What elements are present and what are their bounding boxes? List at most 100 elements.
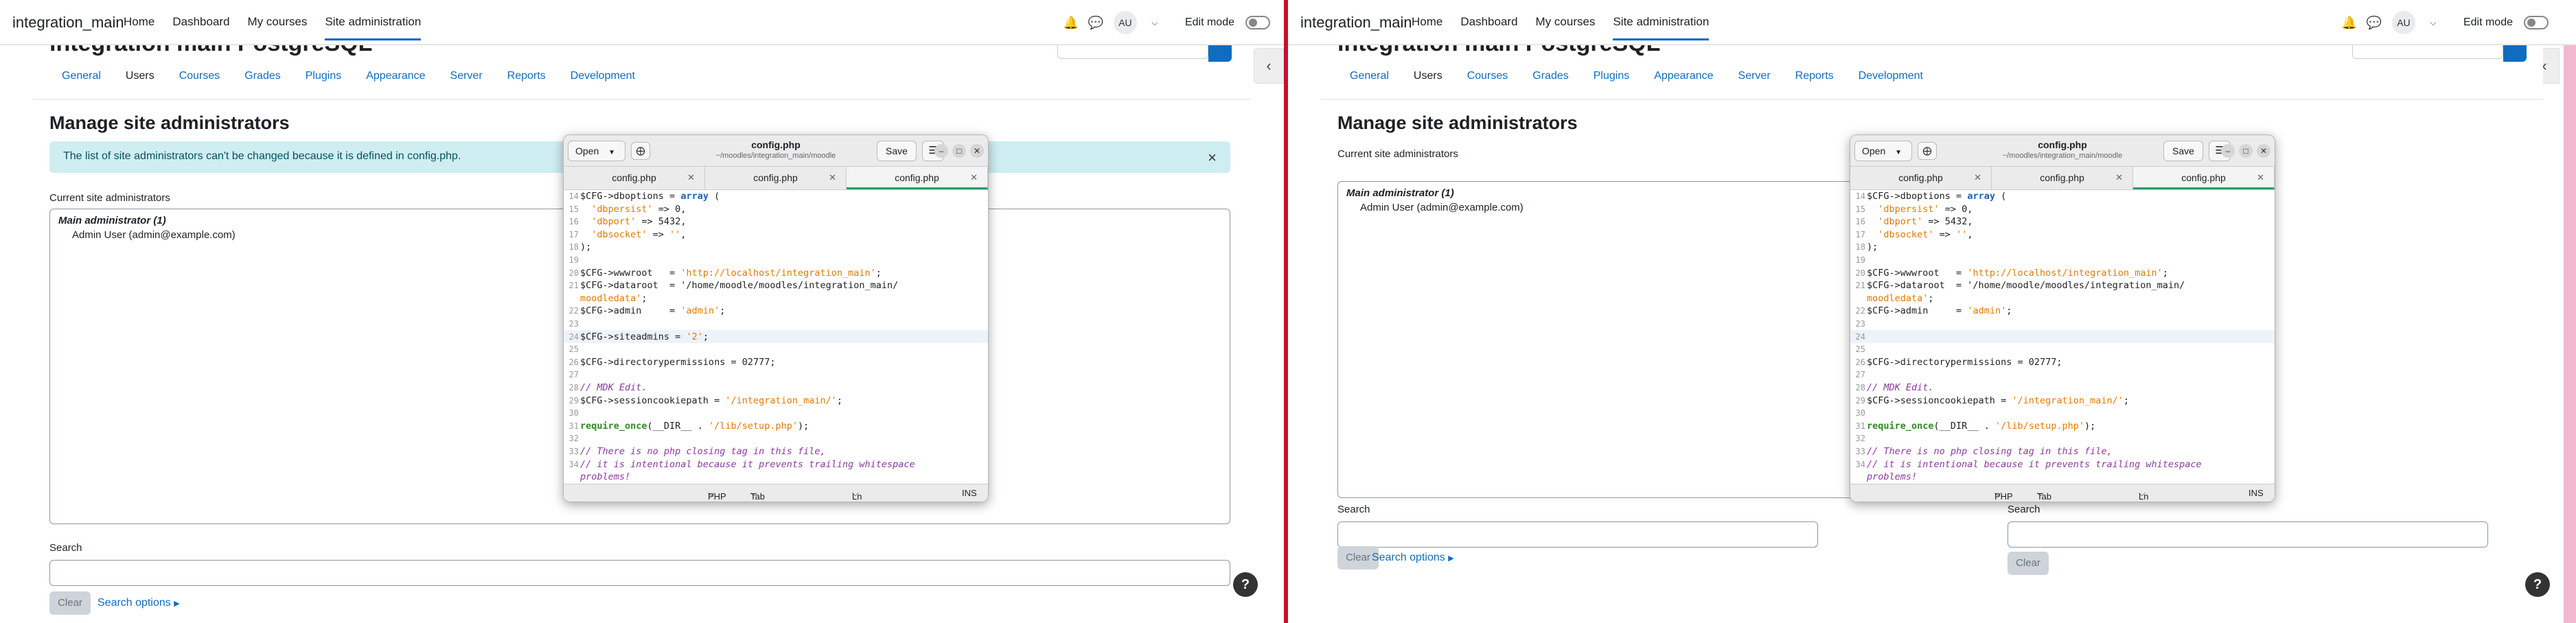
editor-tab-active[interactable]: config.php ✕ <box>2133 167 2275 189</box>
tab-width-selector[interactable]: Tab Width: 8 ⌵ <box>750 488 765 502</box>
avatar[interactable]: AU <box>2391 11 2415 34</box>
editor-tab-label: config.php <box>753 172 798 183</box>
drawer-toggle-button[interactable]: ‹ <box>1254 48 1284 84</box>
maximize-icon[interactable]: □ <box>952 144 966 158</box>
chevron-down-icon[interactable]: ⌵ <box>2426 16 2440 30</box>
close-icon[interactable]: ✕ <box>970 144 984 158</box>
avatar[interactable]: AU <box>1113 11 1137 34</box>
line-number: 28 <box>568 383 579 392</box>
site-brand[interactable]: integration_main <box>1300 14 1412 32</box>
site-brand[interactable]: integration_main <box>12 14 124 32</box>
edit-mode-toggle[interactable] <box>1245 16 1270 30</box>
editor-tab[interactable]: config.php ✕ <box>1850 167 1992 189</box>
nav-home[interactable]: Home <box>124 15 154 40</box>
tab-width-selector[interactable]: Tab Width: 8 ⌵ <box>2037 488 2051 502</box>
code-line: ); <box>580 242 592 253</box>
tab-users[interactable]: Users <box>1401 70 1455 82</box>
editor-tab[interactable]: config.php ✕ <box>705 167 847 189</box>
editor-tabs: config.php ✕ config.php ✕ config.php ✕ <box>1850 167 2275 190</box>
edit-mode-toggle[interactable] <box>2524 16 2549 30</box>
alert-text: The list of site administrators can't be… <box>63 150 461 162</box>
code-line: moodledata'; <box>580 292 647 304</box>
admin-tabs: General Users Courses Grades Plugins App… <box>49 70 647 82</box>
nav-dashboard[interactable]: Dashboard <box>172 15 229 40</box>
tab-general[interactable]: General <box>49 70 113 82</box>
chevron-down-icon[interactable]: ⌵ <box>1148 16 1162 30</box>
admin-search-input[interactable] <box>49 560 1230 586</box>
tab-general[interactable]: General <box>1337 70 1401 82</box>
editor-tab[interactable]: config.php ✕ <box>1992 167 2133 189</box>
caret-right-icon: ▶ <box>174 600 180 608</box>
nav-site-administration[interactable]: Site administration <box>1613 15 1710 40</box>
tab-courses[interactable]: Courses <box>1455 70 1521 82</box>
tab-grades[interactable]: Grades <box>1520 70 1580 82</box>
code-view[interactable]: 14 $CFG->dboptions = array (15 'dbpersist… <box>564 190 988 485</box>
search-button[interactable] <box>1208 43 1232 62</box>
close-icon[interactable]: × <box>1208 149 1217 167</box>
bell-icon[interactable]: 🔔 <box>2342 16 2357 30</box>
language-selector[interactable]: PHP ⌵ <box>1994 488 2013 502</box>
tab-development[interactable]: Development <box>558 70 647 82</box>
editor-tab[interactable]: config.php ✕ <box>564 167 705 189</box>
save-button[interactable]: Save <box>877 141 917 161</box>
code-line: // There is no php closing tag in this f… <box>1867 446 2113 457</box>
tab-plugins[interactable]: Plugins <box>293 70 354 82</box>
cursor-position[interactable]: Ln 24, Col 24 ⌵ <box>852 488 862 502</box>
search-options-link[interactable]: Search options ▶ <box>1372 552 1454 564</box>
tab-users[interactable]: Users <box>113 70 167 82</box>
tab-close-icon[interactable]: ✕ <box>2257 167 2264 189</box>
close-icon[interactable]: ✕ <box>2257 144 2270 158</box>
tab-close-icon[interactable]: ✕ <box>2115 167 2123 189</box>
tab-close-icon[interactable]: ✕ <box>1974 167 1981 189</box>
search-button[interactable] <box>2503 43 2527 62</box>
tab-plugins[interactable]: Plugins <box>1581 70 1642 82</box>
tab-appearance[interactable]: Appearance <box>1642 70 1725 82</box>
minimize-icon[interactable]: – <box>2221 144 2235 158</box>
admin-search-input[interactable] <box>1337 521 1818 548</box>
save-button[interactable]: Save <box>2163 141 2203 161</box>
code-line: 'dbsocket' => '', <box>1878 228 1973 240</box>
help-button[interactable]: ? <box>2525 572 2550 597</box>
tab-grades[interactable]: Grades <box>232 70 292 82</box>
cursor-position[interactable]: Ln 24, Col 1 ⌵ <box>2139 488 2148 502</box>
nav-my-courses[interactable]: My courses <box>1536 15 1596 40</box>
line-number: 31 <box>568 421 579 431</box>
code-view[interactable]: 14 $CFG->dboptions = array (15 'dbpersist… <box>1850 190 2275 485</box>
tab-server[interactable]: Server <box>438 70 495 82</box>
help-button[interactable]: ? <box>1233 572 1258 597</box>
tab-server[interactable]: Server <box>1726 70 1783 82</box>
nav-home[interactable]: Home <box>1412 15 1442 40</box>
search-label-2: Search <box>2008 504 2040 515</box>
nav-site-administration[interactable]: Site administration <box>325 15 422 40</box>
maximize-icon[interactable]: □ <box>2239 144 2253 158</box>
minimize-icon[interactable]: – <box>934 144 948 158</box>
chat-icon[interactable]: 💬 <box>2367 16 2382 30</box>
tab-close-icon[interactable]: ✕ <box>687 167 695 189</box>
editor-tab-active[interactable]: config.php ✕ <box>847 167 988 189</box>
code-line: require_once(__DIR__ . '/lib/setup.php')… <box>580 420 809 432</box>
line-number: 21 <box>1855 281 1865 291</box>
tab-appearance[interactable]: Appearance <box>354 70 437 82</box>
tab-development[interactable]: Development <box>1846 70 1935 82</box>
language-selector[interactable]: PHP ⌵ <box>708 488 726 502</box>
admin-search-input-2[interactable] <box>2008 521 2488 548</box>
tab-reports[interactable]: Reports <box>1783 70 1846 82</box>
line-number: 15 <box>568 204 579 214</box>
code-line: require_once(__DIR__ . '/lib/setup.php')… <box>1867 420 2096 432</box>
line-number: 19 <box>1855 255 1865 265</box>
nav-my-courses[interactable]: My courses <box>248 15 308 40</box>
clear-button-2[interactable]: Clear <box>2008 552 2049 575</box>
nav-dashboard[interactable]: Dashboard <box>1460 15 1517 40</box>
line-number: 16 <box>1855 217 1865 227</box>
tab-reports[interactable]: Reports <box>495 70 558 82</box>
search-options-link[interactable]: Search options ▶ <box>97 597 180 609</box>
tab-close-icon[interactable]: ✕ <box>829 167 836 189</box>
code-line: problems! <box>580 471 631 483</box>
tab-courses[interactable]: Courses <box>167 70 233 82</box>
line-number: 22 <box>568 306 579 316</box>
tab-close-icon[interactable]: ✕ <box>970 167 978 189</box>
clear-button[interactable]: Clear <box>49 591 91 615</box>
chat-icon[interactable]: 💬 <box>1088 16 1103 30</box>
editor-headerbar: Open ▼ ⨁ config.php ~/moodles/integratio… <box>1850 135 2275 167</box>
bell-icon[interactable]: 🔔 <box>1063 16 1079 30</box>
